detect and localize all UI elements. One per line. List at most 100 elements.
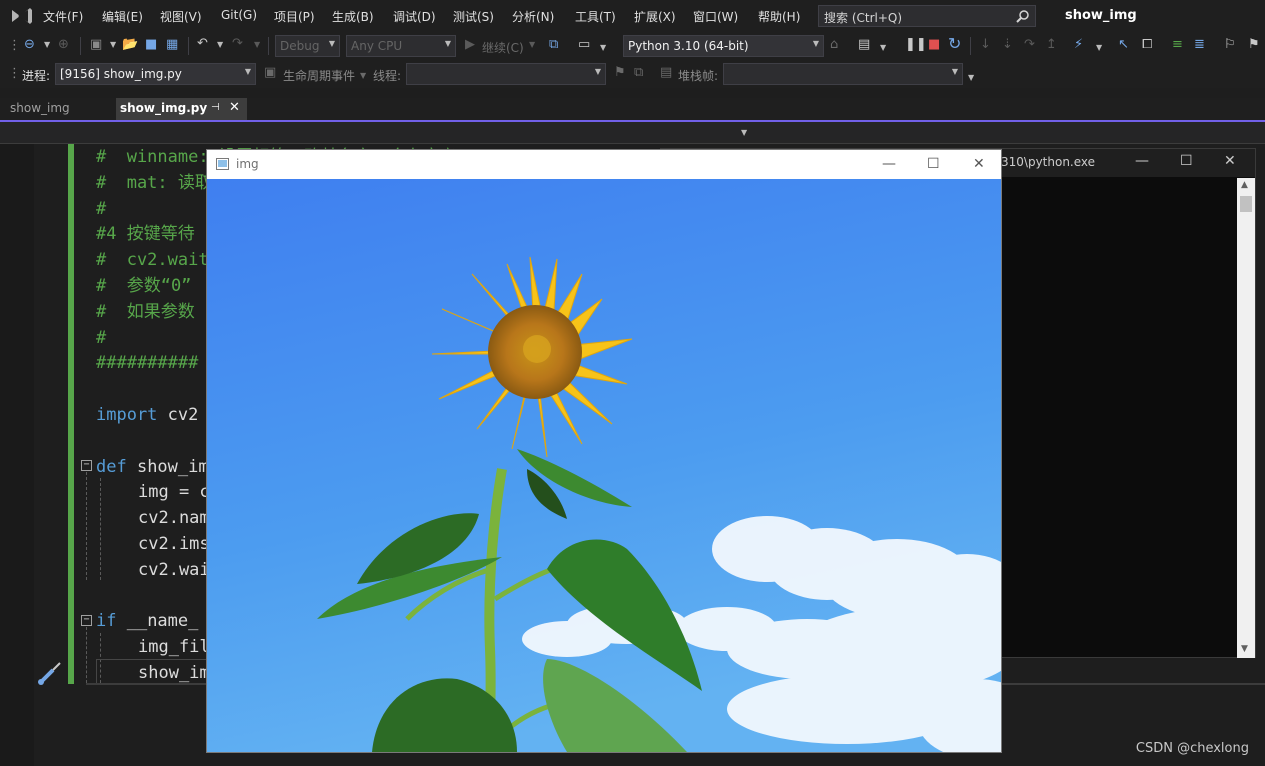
sunflower-photo xyxy=(207,179,1001,752)
menu-window[interactable]: 窗口(W) xyxy=(693,8,738,25)
tab-show-img-py[interactable]: show_img.py ⊣ ✕ xyxy=(116,98,247,120)
step-over-icon[interactable]: ↷ xyxy=(1024,37,1035,53)
menu-edit[interactable]: 编辑(E) xyxy=(102,8,143,25)
platform-select[interactable]: Any CPU ▼ xyxy=(346,35,456,57)
outdent-icon[interactable]: ≣ xyxy=(1194,37,1205,53)
code-line[interactable]: cv2.ims xyxy=(138,531,210,557)
menu-build[interactable]: 生成(B) xyxy=(332,8,374,25)
new-project-icon[interactable]: ▣ xyxy=(90,37,102,53)
restart-icon[interactable]: ↻ xyxy=(948,36,961,52)
lifecycle-events-icon[interactable]: ▣ xyxy=(264,65,276,81)
menu-project[interactable]: 项目(P) xyxy=(274,8,315,25)
new-dropdown-icon[interactable]: ▼ xyxy=(110,37,116,53)
menu-extensions[interactable]: 扩展(X) xyxy=(634,8,676,25)
step-out-icon[interactable]: ↥ xyxy=(1046,37,1057,53)
menu-analyze[interactable]: 分析(N) xyxy=(512,8,554,25)
continue-dropdown-icon[interactable]: ▼ xyxy=(529,37,535,53)
code-line[interactable]: #4 按键等待 xyxy=(96,221,195,247)
menu-view[interactable]: 视图(V) xyxy=(160,8,202,25)
minimize-icon[interactable]: — xyxy=(882,157,896,171)
code-line[interactable]: img = c xyxy=(138,479,210,505)
navigate-back-icon[interactable]: ⊖ xyxy=(24,37,35,53)
code-line[interactable]: # 参数“0” xyxy=(96,273,191,299)
thread-filter-icon[interactable]: ⧉ xyxy=(634,65,643,81)
save-all-icon[interactable]: ▦ xyxy=(166,37,178,53)
code-line[interactable]: # cv2.wait xyxy=(96,247,209,273)
close-icon[interactable]: ✕ xyxy=(1224,154,1236,168)
navigate-forward-icon[interactable]: ⊕ xyxy=(58,37,69,53)
minimize-icon[interactable]: — xyxy=(1135,154,1149,168)
quick-actions-screwdriver-icon[interactable] xyxy=(35,660,63,688)
open-folder-icon[interactable]: 📂 xyxy=(122,37,138,53)
indent-icon[interactable]: ≡ xyxy=(1172,37,1183,53)
code-line[interactable]: cv2.nam xyxy=(138,505,210,531)
code-line[interactable]: cv2.wai xyxy=(138,557,210,583)
lifecycle-events-button[interactable]: 生命周期事件 xyxy=(283,67,355,84)
show-next-statement-icon[interactable]: ↓ xyxy=(980,37,991,53)
tab-show-img[interactable]: show_img xyxy=(6,98,114,120)
redo-dropdown-icon[interactable]: ▼ xyxy=(254,37,260,53)
menu-debug[interactable]: 调试(D) xyxy=(393,8,436,25)
code-line[interactable]: # xyxy=(96,325,106,351)
hot-reload-icon[interactable]: ⚡ xyxy=(1074,37,1083,53)
python-environment-select[interactable]: Python 3.10 (64-bit) ▼ xyxy=(623,35,824,57)
continue-icon[interactable]: ▶ xyxy=(465,37,475,53)
code-line[interactable]: def show_im xyxy=(96,454,209,480)
hot-reload-dropdown-icon[interactable]: ▼ xyxy=(1096,40,1102,56)
pin-icon[interactable]: ⊣ xyxy=(211,102,220,113)
code-line[interactable]: # 如果参数 xyxy=(96,299,195,325)
search-input[interactable]: 搜索 (Ctrl+Q) xyxy=(818,5,1036,27)
opencv-image-window[interactable]: img — ☐ ✕ xyxy=(206,149,1002,753)
attach-process-icon[interactable]: ⧉ xyxy=(549,37,558,53)
layout-icon[interactable]: ▭ xyxy=(578,37,590,53)
menu-file[interactable]: 文件(F) xyxy=(43,8,83,25)
window-layout-dropdown-icon[interactable]: ▼ xyxy=(880,40,886,56)
code-line[interactable]: import cv2 xyxy=(96,402,198,428)
undo-icon[interactable]: ↶ xyxy=(197,36,208,52)
save-icon[interactable]: ■ xyxy=(145,37,157,53)
stack-frame-select[interactable]: ▼ xyxy=(723,63,963,85)
next-bookmark-icon[interactable]: ⚑ xyxy=(1248,37,1260,53)
stop-debugging-icon[interactable]: ■ xyxy=(928,37,940,53)
separator xyxy=(188,37,189,55)
process-select[interactable]: [9156] show_img.py ▼ xyxy=(55,63,256,85)
scroll-up-icon[interactable]: ▲ xyxy=(1241,180,1248,190)
collapse-def-icon[interactable]: − xyxy=(81,460,92,471)
menu-help[interactable]: 帮助(H) xyxy=(758,8,800,25)
step-into-icon[interactable]: ⇣ xyxy=(1002,37,1013,53)
continue-button[interactable]: 继续(C) xyxy=(482,39,524,56)
scroll-down-icon[interactable]: ▼ xyxy=(1241,644,1248,654)
code-line[interactable]: img_fil xyxy=(138,634,210,660)
package-icon[interactable]: ⌂ xyxy=(830,37,838,53)
break-all-icon[interactable]: ❚❚ xyxy=(905,37,927,53)
code-line[interactable]: if __name_ xyxy=(96,608,198,634)
flag-thread-icon[interactable]: ⚑ xyxy=(614,65,626,81)
maximize-icon[interactable]: ☐ xyxy=(927,157,940,171)
solution-config-select[interactable]: Debug ▼ xyxy=(275,35,340,57)
track-focus-icon[interactable]: ⧠ xyxy=(1142,37,1152,53)
layout-dropdown-icon[interactable]: ▼ xyxy=(600,40,606,56)
code-line[interactable]: # xyxy=(96,196,106,222)
toolbar-overflow-icon[interactable]: ▼ xyxy=(968,70,974,86)
menu-test[interactable]: 测试(S) xyxy=(453,8,494,25)
undo-dropdown-icon[interactable]: ▼ xyxy=(217,37,223,53)
code-line[interactable]: ########## xyxy=(96,350,198,376)
bookmark-icon[interactable]: ⚐ xyxy=(1224,37,1236,53)
collapse-if-icon[interactable]: − xyxy=(81,615,92,626)
back-dropdown-icon[interactable]: ▼ xyxy=(44,37,50,53)
code-line[interactable]: # mat: 读取 xyxy=(96,170,212,196)
scrollbar-thumb[interactable] xyxy=(1240,196,1252,212)
window-layout-icon[interactable]: ▤ xyxy=(858,37,870,53)
redo-icon[interactable]: ↷ xyxy=(232,36,243,52)
menu-tools[interactable]: 工具(T) xyxy=(575,8,616,25)
menu-git[interactable]: Git(G) xyxy=(221,8,257,22)
lifecycle-dropdown-icon[interactable]: ▼ xyxy=(360,68,366,84)
visual-studio-logo-icon[interactable] xyxy=(10,6,34,26)
close-icon[interactable]: ✕ xyxy=(973,157,985,171)
maximize-icon[interactable]: ☐ xyxy=(1180,154,1193,168)
thread-select[interactable]: ▼ xyxy=(406,63,606,85)
navigation-dropdown-icon[interactable]: ▼ xyxy=(741,128,747,137)
console-scrollbar[interactable]: ▲ ▼ xyxy=(1237,178,1255,658)
close-icon[interactable]: ✕ xyxy=(229,100,240,115)
select-element-icon[interactable]: ↖ xyxy=(1118,37,1129,53)
